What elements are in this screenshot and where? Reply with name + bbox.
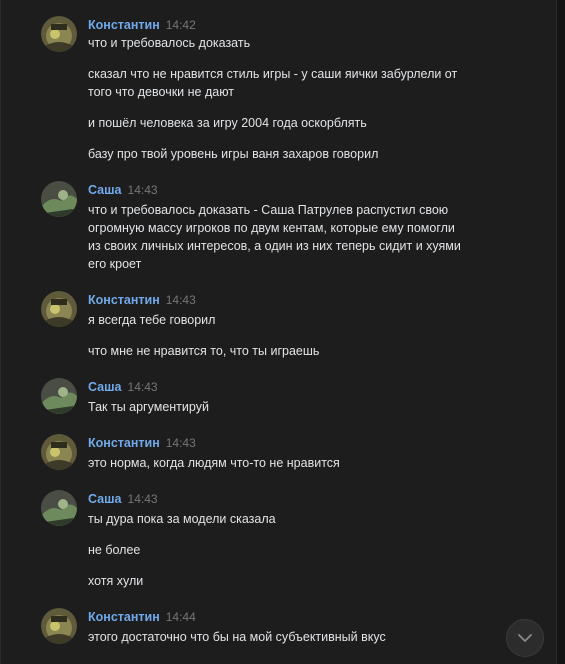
message-group: Константин 14:43 это норма, когда людям ч… bbox=[41, 434, 546, 474]
message-text: и пошёл человека за игру 2004 года оскор… bbox=[88, 116, 367, 130]
message-time[interactable]: 14:44 bbox=[166, 610, 196, 624]
message-time[interactable]: 14:43 bbox=[166, 436, 196, 450]
author-name[interactable]: Константин bbox=[88, 293, 160, 307]
message-text: Так ты аргументируй bbox=[88, 400, 209, 414]
chevron-down-icon bbox=[518, 634, 532, 642]
message-text: хотя хули bbox=[88, 574, 144, 588]
chat-history[interactable]: Константин 14:42 что и требовалось доказа… bbox=[0, 0, 557, 664]
author-name[interactable]: Константин bbox=[88, 18, 160, 32]
sasha-avatar-icon[interactable] bbox=[41, 490, 77, 526]
message-text: я всегда тебе говорил bbox=[88, 313, 216, 327]
message-group: Константин 14:43 я всегда тебе говорил чт… bbox=[41, 291, 546, 363]
sasha-avatar-icon[interactable] bbox=[41, 181, 77, 217]
message-text: сказал что не нравится стиль игры - у са… bbox=[88, 67, 458, 99]
message-text: ты дура пока за модели сказала bbox=[88, 512, 276, 526]
message-text: это норма, когда людям что-то не нравитс… bbox=[88, 456, 340, 470]
message-header: Саша 14:43 bbox=[88, 181, 158, 199]
message-header: Саша 14:43 bbox=[88, 378, 158, 396]
message-text: что и требовалось доказать - Саша Патрул… bbox=[88, 203, 461, 271]
konstantin-avatar-icon[interactable] bbox=[41, 16, 77, 52]
message-header: Константин 14:43 bbox=[88, 291, 196, 309]
author-name[interactable]: Константин bbox=[88, 610, 160, 624]
message-group: Саша 14:43 Так ты аргументируй bbox=[41, 378, 546, 418]
author-name[interactable]: Саша bbox=[88, 380, 122, 394]
sasha-avatar-icon[interactable] bbox=[41, 378, 77, 414]
message-time[interactable]: 14:42 bbox=[166, 18, 196, 32]
message-time[interactable]: 14:43 bbox=[166, 293, 196, 307]
message-time[interactable]: 14:43 bbox=[128, 183, 158, 197]
message-text: базу про твой уровень игры ваня захаров … bbox=[88, 147, 379, 161]
message-text: что и требовалось доказать bbox=[88, 36, 251, 50]
message-group: Саша 14:43 ты дура пока за модели сказала… bbox=[41, 490, 546, 592]
message-header: Константин 14:44 bbox=[88, 608, 196, 626]
author-name[interactable]: Саша bbox=[88, 492, 122, 506]
message-text: не более bbox=[88, 543, 141, 557]
message-text: что мне не нравится то, что ты играешь bbox=[88, 344, 320, 358]
message-header: Константин 14:42 bbox=[88, 16, 196, 34]
message-group: Саша 14:43 что и требовалось доказать - С… bbox=[41, 181, 546, 273]
konstantin-avatar-icon[interactable] bbox=[41, 291, 77, 327]
author-name[interactable]: Саша bbox=[88, 183, 122, 197]
author-name[interactable]: Константин bbox=[88, 436, 160, 450]
message-time[interactable]: 14:43 bbox=[128, 380, 158, 394]
message-header: Саша 14:43 bbox=[88, 490, 158, 508]
message-text: этого достаточно что бы на мой субъектив… bbox=[88, 630, 386, 644]
konstantin-avatar-icon[interactable] bbox=[41, 434, 77, 470]
message-time[interactable]: 14:43 bbox=[128, 492, 158, 506]
message-group: Константин 14:44 этого достаточно что бы … bbox=[41, 608, 546, 648]
message-group: Константин 14:42 что и требовалось доказа… bbox=[41, 16, 546, 166]
konstantin-avatar-icon[interactable] bbox=[41, 608, 77, 644]
message-header: Константин 14:43 bbox=[88, 434, 196, 452]
scroll-to-bottom-button[interactable] bbox=[506, 619, 544, 657]
